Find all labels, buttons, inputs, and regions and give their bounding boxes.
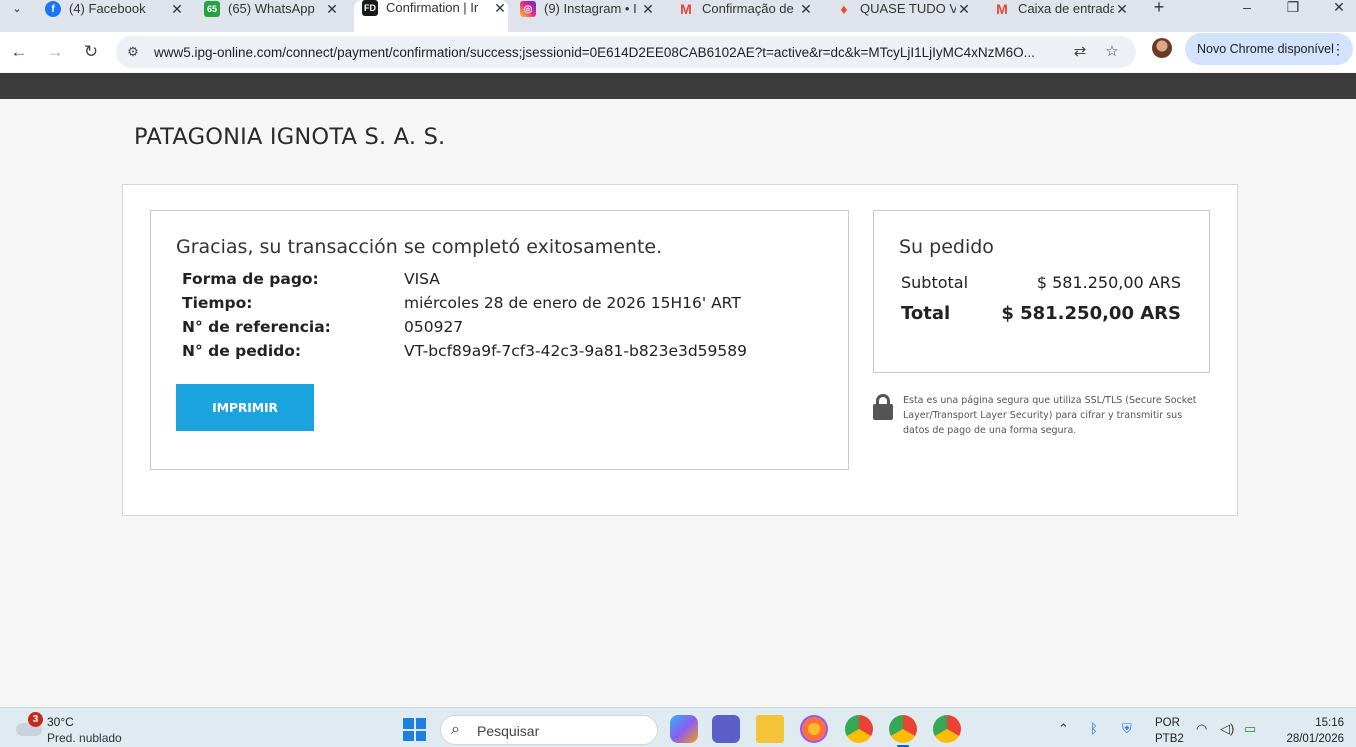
security-note: Esta es una página segura que utiliza SS… (903, 395, 1197, 436)
close-tab-icon[interactable]: ✕ (492, 1, 508, 15)
clock-time: 15:16 (1315, 717, 1344, 729)
new-tab-button[interactable]: + (1144, 0, 1174, 16)
time-value: miércoles 28 de enero de 2026 15H16' ART (404, 294, 741, 312)
print-button[interactable]: IMPRIMIR (176, 384, 314, 431)
windows-start-icon[interactable] (403, 718, 426, 741)
file-explorer-icon[interactable] (756, 715, 784, 743)
payment-method-row: Forma de pago: VISA (182, 270, 822, 292)
back-icon[interactable]: ← (7, 40, 31, 64)
total-label: Total (901, 303, 951, 324)
fiserv-icon: FD (362, 0, 378, 16)
tab-facebook[interactable]: f (4) Facebook ✕ (45, 0, 185, 18)
merchant-name: PATAGONIA IGNOTA S. A. S. (134, 124, 446, 150)
order-number-row: N° de pedido: VT-bcf89a9f-7cf3-42c3-9a81… (182, 342, 822, 364)
firefox-icon[interactable] (800, 715, 828, 743)
tab-strip: ⌄ f (4) Facebook ✕ 65 (65) WhatsApp ✕ FD… (0, 0, 1356, 32)
close-window-button[interactable]: ✕ (1324, 0, 1354, 14)
order-number-value: VT-bcf89a9f-7cf3-42c3-9a81-b823e3d59589 (404, 342, 747, 360)
flame-icon: ♦ (840, 1, 848, 17)
update-label: Novo Chrome disponível (1197, 42, 1334, 56)
tab-title: Confirmation | Ir (386, 1, 479, 15)
tab-title: (4) Facebook (69, 2, 146, 16)
instagram-icon: ◎ (520, 1, 536, 17)
time-label: Tiempo: (182, 294, 253, 312)
chrome-update-button[interactable]: Novo Chrome disponível ⋮ (1185, 33, 1353, 65)
time-row: Tiempo: miércoles 28 de enero de 2026 15… (182, 294, 822, 316)
reference-row: N° de referencia: 050927 (182, 318, 822, 340)
whatsapp-icon: 65 (204, 1, 220, 17)
search-placeholder: Pesquisar (477, 723, 540, 739)
language-indicator[interactable]: POR PTB2 (1155, 715, 1184, 747)
close-tab-icon[interactable]: ✕ (640, 2, 656, 16)
keyboard-layout: PTB2 (1155, 733, 1184, 745)
weather-temperature[interactable]: 30°C (47, 715, 74, 729)
tab-confirmation[interactable]: FD Confirmation | Ir ✕ (354, 0, 508, 32)
tab-whatsapp[interactable]: 65 (65) WhatsApp ✕ (204, 0, 340, 18)
lock-icon (873, 394, 893, 420)
chrome-profile-1-icon[interactable] (845, 715, 873, 743)
copilot-icon[interactable] (670, 715, 698, 743)
restore-button[interactable]: ❐ (1278, 0, 1308, 14)
payment-method-label: Forma de pago: (182, 270, 319, 288)
gmail-icon: M (680, 1, 692, 17)
tab-gmail-confirmacao[interactable]: M Confirmação de ✕ (678, 0, 814, 18)
tab-title: Caixa de entrada (1018, 2, 1114, 16)
battery-icon[interactable]: ▭ (1244, 721, 1256, 737)
transaction-success-title: Gracias, su transacción se completó exit… (176, 236, 663, 258)
tab-title: (65) WhatsApp (228, 2, 315, 16)
security-shield-icon[interactable]: ⛨ (1122, 721, 1132, 737)
reload-icon[interactable]: ↻ (79, 40, 103, 64)
reference-value: 050927 (404, 318, 464, 336)
tab-instagram[interactable]: ◎ (9) Instagram • I ✕ (520, 0, 656, 18)
forward-icon[interactable]: → (43, 40, 67, 64)
subtotal-label: Subtotal (901, 273, 969, 292)
bookmark-star-icon[interactable]: ☆ (1102, 42, 1122, 62)
minimize-button[interactable]: – (1232, 0, 1262, 14)
reference-label: N° de referencia: (182, 318, 331, 336)
url-text[interactable]: www5.ipg-online.com/connect/payment/conf… (154, 44, 1064, 61)
profile-avatar[interactable] (1152, 38, 1172, 58)
language-code: POR (1155, 717, 1180, 729)
teams-icon[interactable] (712, 715, 740, 743)
show-hidden-icons-icon[interactable]: ⌃ (1058, 721, 1069, 737)
tab-gmail-inbox[interactable]: M Caixa de entrada ✕ (994, 0, 1130, 18)
close-tab-icon[interactable]: ✕ (956, 2, 972, 16)
order-number-label: N° de pedido: (182, 342, 302, 360)
system-clock[interactable]: 15:16 28/01/2026 (1278, 715, 1344, 747)
translate-icon[interactable]: ⇄ (1070, 42, 1090, 62)
close-tab-icon[interactable]: ✕ (798, 2, 814, 16)
gmail-icon: M (996, 1, 1008, 17)
facebook-icon: f (45, 1, 61, 17)
tab-search-chevron-icon[interactable]: ⌄ (4, 0, 30, 16)
subtotal-value: $ 581.250,00 ARS (1036, 273, 1181, 292)
header-band (0, 73, 1356, 99)
close-tab-icon[interactable]: ✕ (324, 2, 340, 16)
clock-date: 28/01/2026 (1286, 733, 1344, 745)
close-tab-icon[interactable]: ✕ (169, 2, 185, 16)
order-summary-title: Su pedido (899, 236, 994, 258)
notification-badge: 3 (28, 712, 43, 727)
address-bar[interactable]: ⚙ www5.ipg-online.com/connect/payment/co… (116, 36, 1136, 68)
close-tab-icon[interactable]: ✕ (1114, 2, 1130, 16)
site-info-icon[interactable]: ⚙ (124, 43, 142, 61)
chrome-profile-2-icon[interactable] (889, 715, 917, 747)
wifi-icon[interactable]: ◠ (1196, 721, 1207, 737)
search-icon: ⌕ (451, 721, 460, 738)
more-menu-icon[interactable]: ⋮ (1331, 33, 1345, 65)
bluetooth-icon[interactable]: ᛒ (1090, 721, 1098, 736)
tab-quase-tudo[interactable]: ♦ QUASE TUDO VI ✕ (836, 0, 972, 18)
total-value: $ 581.250,00 ARS (1001, 303, 1181, 324)
payment-method-value: VISA (404, 270, 440, 288)
tab-title: Confirmação de (702, 2, 794, 16)
tab-title: QUASE TUDO VI (860, 2, 956, 16)
weather-description[interactable]: Pred. nublado (47, 731, 122, 745)
chrome-profile-3-icon[interactable] (933, 715, 961, 743)
taskbar-search-input[interactable]: ⌕ Pesquisar (440, 715, 658, 745)
volume-icon[interactable]: ◁) (1220, 721, 1234, 737)
tab-title: (9) Instagram • I (544, 2, 637, 16)
